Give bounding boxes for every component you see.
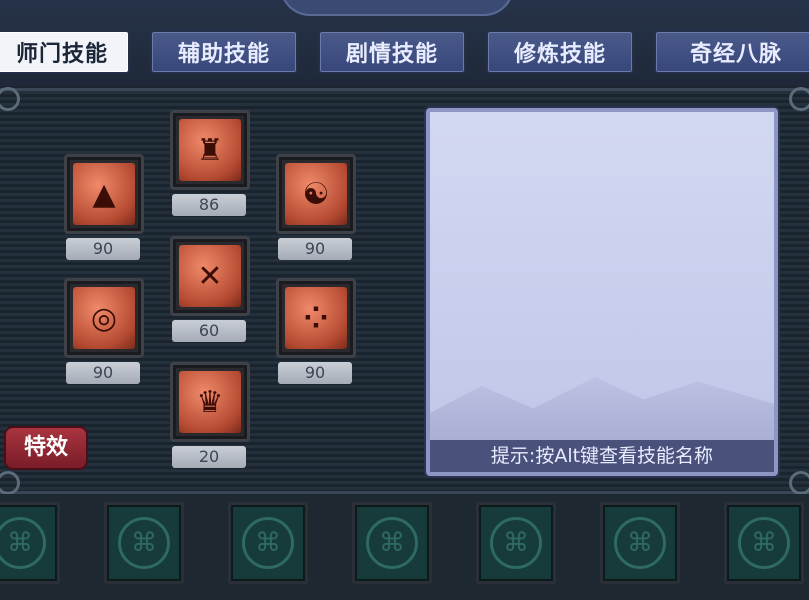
skill-level: 90 [66,362,140,384]
skill-slot-4[interactable]: ✕ [170,236,250,316]
quick-slot[interactable]: ⌘ [352,502,432,584]
quick-slot[interactable]: ⌘ [0,502,60,584]
tab-assist-skills[interactable]: 辅助技能 [150,30,298,74]
tab-meridian-skills[interactable]: 奇经八脉 [654,30,809,74]
spiked-gate-icon: ♛ [179,371,241,433]
lattice-knot-icon: ⌘ [490,517,542,569]
skill-slot-2[interactable]: ♜ [170,110,250,190]
skill-level: 90 [278,362,352,384]
quick-slot[interactable]: ⌘ [476,502,556,584]
tab-cultivation-skills[interactable]: 修炼技能 [486,30,634,74]
skill-tabs: 师门技能 辅助技能 剧情技能 修炼技能 奇经八脉 [0,30,809,74]
sun-rune-icon: ◎ [73,287,135,349]
skill-slot-5[interactable]: ◎ [64,278,144,358]
horned-helm-icon: ♜ [179,119,241,181]
corner-ornament [789,87,809,111]
skill-level: 20 [172,446,246,468]
lattice-knot-icon: ⌘ [242,517,294,569]
corner-ornament [0,471,20,495]
quick-slot[interactable]: ⌘ [724,502,804,584]
top-bar: 师门技能 辅助技能 剧情技能 修炼技能 奇经八脉 [0,0,809,86]
dotted-seal-icon: ⁘ [285,287,347,349]
effect-button[interactable]: 特效 [4,426,88,470]
quick-slot[interactable]: ⌘ [104,502,184,584]
hint-text: 提示:按Alt键查看技能名称 [430,440,774,472]
buddha-shrine-icon: ▲ [73,163,135,225]
corner-ornament [0,87,20,111]
beast-head-icon: ☯ [285,163,347,225]
corner-ornament [789,471,809,495]
skill-slot-7[interactable]: ♛ [170,362,250,442]
skill-level: 90 [66,238,140,260]
lattice-knot-icon: ⌘ [118,517,170,569]
lattice-knot-icon: ⌘ [0,517,46,569]
crossed-blades-icon: ✕ [179,245,241,307]
skill-info-panel: 提示:按Alt键查看技能名称 [426,108,778,476]
skill-slot-3[interactable]: ☯ [276,154,356,234]
lattice-knot-icon: ⌘ [614,517,666,569]
tab-school-skills[interactable]: 师门技能 [0,30,130,74]
quick-slot[interactable]: ⌘ [600,502,680,584]
skill-slot-1[interactable]: ▲ [64,154,144,234]
skill-level: 60 [172,320,246,342]
skill-level: 90 [278,238,352,260]
skill-slot-6[interactable]: ⁘ [276,278,356,358]
mountain-decoration [430,377,774,440]
title-plate [280,0,514,16]
lattice-knot-icon: ⌘ [738,517,790,569]
lattice-knot-icon: ⌘ [366,517,418,569]
tab-story-skills[interactable]: 剧情技能 [318,30,466,74]
quick-slot-bar: ⌘ ⌘ ⌘ ⌘ ⌘ ⌘ ⌘ [0,494,809,600]
quick-slot[interactable]: ⌘ [228,502,308,584]
skill-level: 86 [172,194,246,216]
